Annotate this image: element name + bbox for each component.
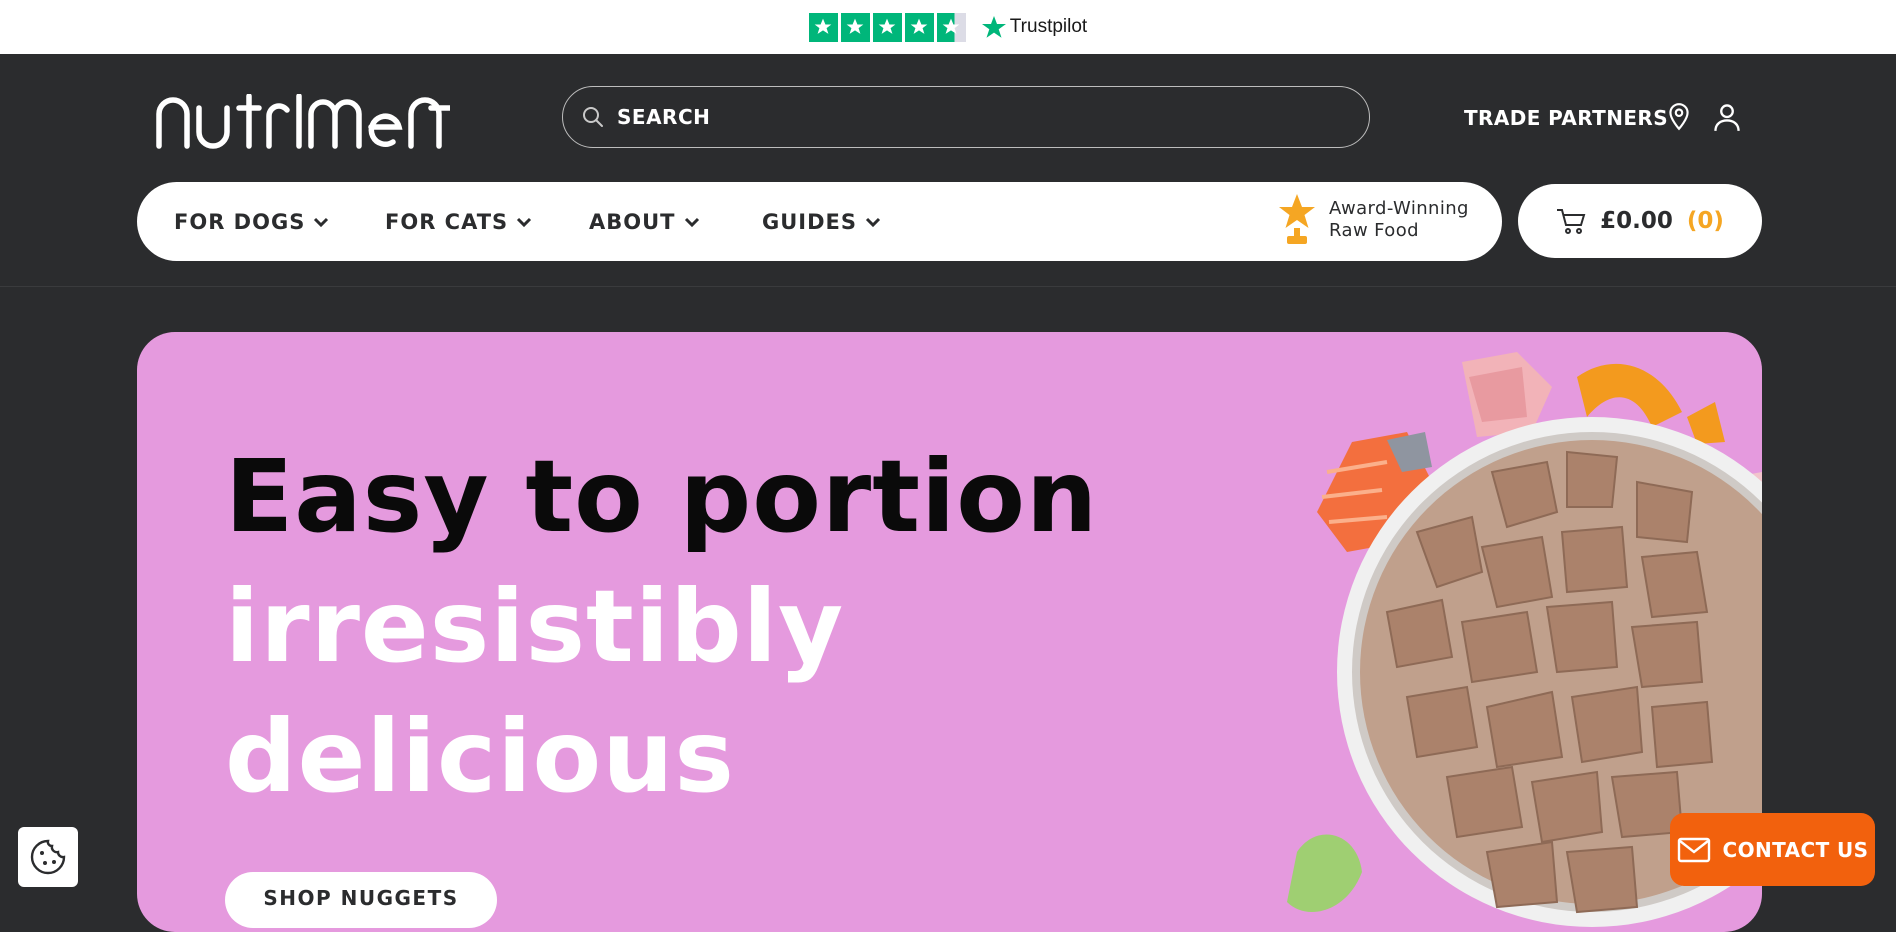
nav-item-guides[interactable]: GUIDES — [762, 182, 881, 261]
award-text-line1: Award-Winning — [1329, 198, 1469, 219]
search-icon — [583, 107, 603, 127]
trustpilot-rating-stars — [808, 12, 966, 42]
nav-item-about[interactable]: ABOUT — [589, 182, 700, 261]
user-icon[interactable] — [1713, 102, 1741, 132]
nav-label: GUIDES — [762, 209, 858, 234]
search-bar[interactable] — [562, 86, 1370, 148]
hero-banner: Easy to portion irresistibly delicious S… — [137, 332, 1762, 932]
nav-item-for-cats[interactable]: FOR CATS — [385, 182, 532, 261]
star-icon — [904, 12, 934, 42]
cookie-settings-button[interactable] — [18, 827, 78, 887]
nav-label: FOR CATS — [385, 209, 509, 234]
shop-nuggets-button[interactable]: SHOP NUGGETS — [225, 872, 497, 928]
star-icon — [872, 12, 902, 42]
award-text-line2: Raw Food — [1329, 220, 1419, 241]
hero-title-line3: delicious — [225, 698, 735, 815]
site-header: nutriment TRADE PARTNERS FOR DOGS FOR CA… — [0, 54, 1896, 287]
cart-total: £0.00 — [1600, 208, 1673, 234]
search-input[interactable] — [615, 104, 1319, 130]
shopping-cart-icon — [1557, 209, 1586, 234]
hero-title-line2: irresistibly — [225, 568, 845, 685]
cart-count: (0) — [1686, 208, 1724, 234]
nav-label: FOR DOGS — [174, 209, 306, 234]
cookie-icon — [30, 839, 66, 875]
chevron-down-icon — [314, 217, 329, 227]
trustpilot-star-icon — [981, 16, 1006, 38]
award-trophy-icon — [1279, 194, 1315, 244]
trustpilot-label: Trustpilot — [1009, 16, 1088, 37]
chevron-down-icon — [865, 217, 881, 227]
nutriment-logo[interactable] — [155, 94, 450, 150]
cart-button[interactable]: £0.00 (0) — [1518, 184, 1762, 258]
star-icon — [840, 12, 870, 42]
trustpilot-bar[interactable]: Trustpilot — [0, 0, 1896, 54]
map-pin-icon[interactable] — [1666, 102, 1692, 132]
star-icon — [808, 12, 838, 42]
contact-us-button[interactable]: CONTACT US — [1670, 813, 1875, 886]
nav-label: ABOUT — [589, 209, 676, 234]
award-badge: Award-Winning Raw Food — [1277, 192, 1469, 248]
main-navigation: FOR DOGS FOR CATS ABOUT GUIDES Award-Win… — [137, 182, 1502, 261]
hero-title-line1: Easy to portion — [225, 438, 1099, 555]
nav-item-for-dogs[interactable]: FOR DOGS — [174, 182, 329, 261]
trade-partners-link[interactable]: TRADE PARTNERS — [1464, 106, 1668, 130]
contact-us-label: CONTACT US — [1722, 837, 1869, 862]
trustpilot-logo: Trustpilot — [981, 15, 1088, 39]
chevron-down-icon — [684, 217, 699, 227]
mail-icon — [1677, 837, 1710, 862]
half-star-icon — [936, 12, 966, 42]
chevron-down-icon — [517, 217, 532, 227]
